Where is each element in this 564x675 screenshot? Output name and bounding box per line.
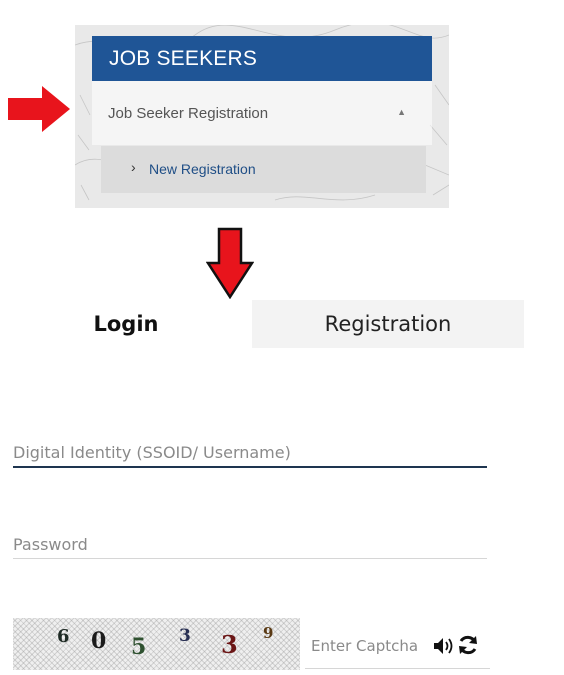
tab-registration[interactable]: Registration bbox=[252, 300, 524, 348]
captcha-digit: 3 bbox=[221, 630, 238, 659]
tab-login[interactable]: Login bbox=[0, 300, 252, 348]
captcha-digit: 9 bbox=[263, 624, 274, 642]
ssoid-field bbox=[13, 438, 487, 468]
menu-subitem-label: New Registration bbox=[149, 161, 256, 177]
captcha-digit: 5 bbox=[131, 634, 147, 660]
chevron-right-icon: › bbox=[131, 159, 136, 175]
menu-subitem-new-registration[interactable]: › New Registration bbox=[101, 146, 426, 193]
password-input[interactable] bbox=[13, 530, 487, 558]
job-seekers-menu-panel: JOB SEEKERS Job Seeker Registration ▲ › … bbox=[75, 25, 449, 208]
arrow-right-icon bbox=[8, 86, 70, 132]
password-field bbox=[13, 530, 487, 559]
captcha-digit: 0 bbox=[91, 628, 107, 654]
captcha-digit: 3 bbox=[179, 626, 191, 646]
captcha-digit: 6 bbox=[57, 626, 70, 647]
captcha-image: 6 0 5 3 3 9 bbox=[13, 618, 300, 670]
captcha-field bbox=[305, 628, 490, 669]
captcha-input[interactable] bbox=[311, 634, 429, 658]
ssoid-input[interactable] bbox=[13, 438, 487, 466]
arrow-down-icon bbox=[206, 227, 254, 299]
speaker-icon[interactable] bbox=[433, 636, 455, 656]
menu-header: JOB SEEKERS bbox=[92, 36, 432, 81]
menu-item-job-seeker-registration[interactable]: Job Seeker Registration ▲ bbox=[92, 81, 432, 145]
refresh-icon[interactable] bbox=[457, 634, 479, 656]
menu-item-label: Job Seeker Registration bbox=[108, 105, 269, 122]
caret-up-icon: ▲ bbox=[397, 107, 406, 117]
